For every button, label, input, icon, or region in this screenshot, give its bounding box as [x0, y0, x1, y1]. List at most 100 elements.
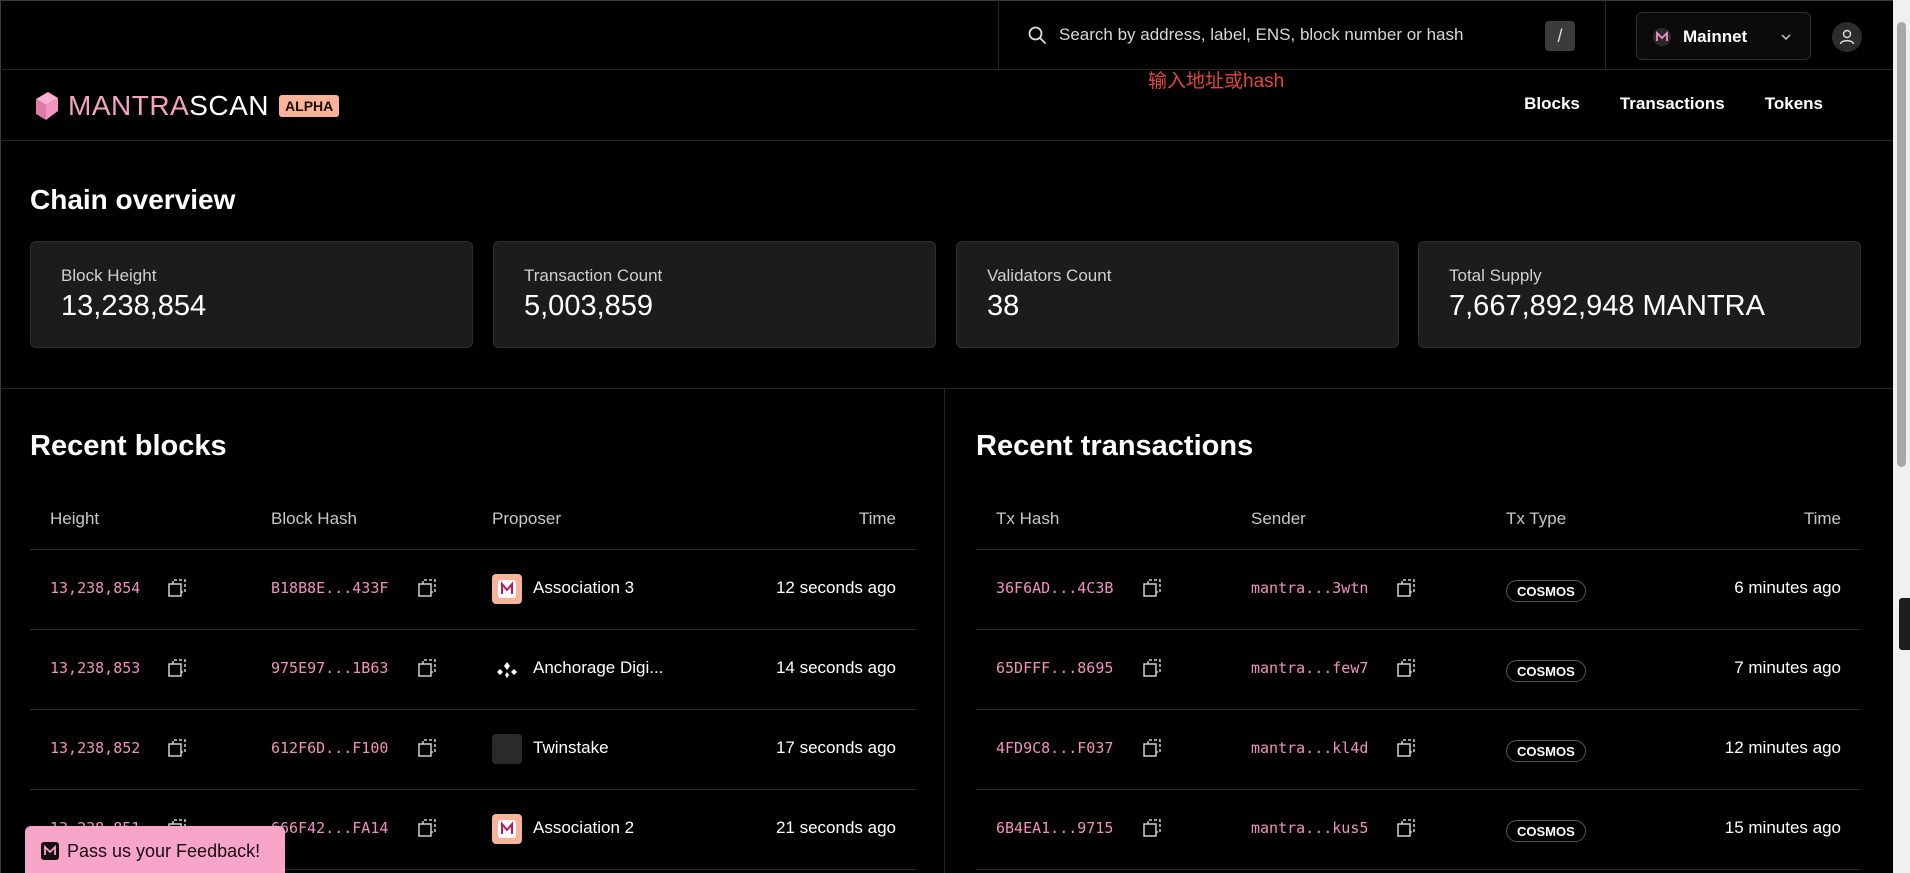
nav-tokens[interactable]: Tokens — [1765, 94, 1823, 114]
copy-icon[interactable] — [166, 577, 188, 599]
stat-label: Total Supply — [1449, 266, 1542, 285]
tx-hash-link[interactable]: 4FD9C8...F037 — [996, 739, 1113, 757]
block-height-link[interactable]: 13,238,853 — [50, 659, 140, 677]
copy-icon[interactable] — [1395, 817, 1417, 839]
stat-value: 5,003,859 — [524, 290, 654, 322]
copy-icon[interactable] — [1395, 657, 1417, 679]
col-header-proposer: Proposer — [492, 509, 561, 528]
copy-icon[interactable] — [1141, 737, 1163, 759]
col-header-time: Time — [1803, 509, 1841, 528]
block-height-link[interactable]: 13,238,854 — [50, 579, 140, 597]
search-icon — [1028, 26, 1046, 44]
feedback-button[interactable]: Pass us your Feedback! — [25, 826, 285, 873]
search-shortcut-key: / — [1545, 21, 1575, 51]
tx-type-badge: COSMOS — [1506, 580, 1586, 602]
nav-blocks[interactable]: Blocks — [1524, 94, 1580, 114]
copy-icon[interactable] — [1395, 577, 1417, 599]
col-header-tx-hash: Tx Hash — [996, 509, 1060, 528]
copy-icon[interactable] — [1395, 737, 1417, 759]
col-header-time: Time — [858, 509, 896, 528]
network-label: Mainnet — [1683, 27, 1748, 46]
copy-icon[interactable] — [1141, 817, 1163, 839]
block-hash-link[interactable]: 612F6D...F100 — [271, 739, 388, 757]
block-time: 17 seconds ago — [775, 738, 896, 757]
stat-card-transaction-count: Transaction Count 5,003,859 — [493, 241, 936, 348]
block-time: 21 seconds ago — [775, 818, 896, 837]
copy-icon[interactable] — [416, 577, 438, 599]
column-divider — [944, 389, 945, 873]
tx-time: 7 minutes ago — [1734, 658, 1841, 677]
block-hash-link[interactable]: B18B8E...433F — [271, 579, 388, 597]
chevron-down-icon — [1781, 34, 1791, 41]
stat-card-block-height: Block Height 13,238,854 — [30, 241, 473, 348]
sender-address-link[interactable]: mantra...kus5 — [1251, 819, 1368, 837]
tx-type-badge: COSMOS — [1506, 740, 1586, 762]
sender-address-link[interactable]: mantra...3wtn — [1251, 579, 1368, 597]
copy-icon[interactable] — [416, 657, 438, 679]
page-title: Chain overview — [30, 184, 236, 215]
stat-value: 38 — [987, 290, 1020, 322]
stat-label: Transaction Count — [524, 266, 663, 285]
table-row: 65DFFF...8695 mantra...few7 COSMOS 7 minute… — [976, 630, 1861, 710]
tx-hash-link[interactable]: 65DFFF...8695 — [996, 659, 1113, 677]
sender-address-link[interactable]: mantra...few7 — [1251, 659, 1368, 677]
recent-blocks-title: Recent blocks — [30, 430, 227, 462]
section-divider — [0, 388, 1893, 389]
table-row: 13,238,852 612F6D...F100 Twinstake 17 secon… — [30, 710, 916, 790]
mantra-network-icon — [1653, 28, 1671, 46]
stat-label: Validators Count — [987, 266, 1112, 285]
col-header-sender: Sender — [1251, 509, 1306, 528]
feedback-label: Pass us your Feedback! — [67, 840, 261, 861]
mantra-logo-icon — [36, 92, 58, 120]
search-input[interactable] — [1059, 20, 1529, 50]
nav-bar: MANTRASCAN ALPHA Blocks Transactions Tok… — [0, 70, 1893, 141]
block-hash-link[interactable]: 975E97...1B63 — [271, 659, 388, 677]
top-bar: / Mainnet — [0, 0, 1893, 70]
network-select[interactable]: Mainnet — [1636, 12, 1811, 60]
col-header-height: Height — [50, 509, 100, 528]
copy-icon[interactable] — [416, 737, 438, 759]
tx-type-badge: COSMOS — [1506, 820, 1586, 842]
table-header: Height Block Hash Proposer Time — [30, 490, 916, 550]
mantra-avatar-icon — [492, 574, 522, 604]
mantra-m-icon — [41, 842, 59, 860]
scrollbar-thumb[interactable] — [1897, 22, 1906, 467]
proposer-name[interactable]: Twinstake — [533, 738, 609, 758]
user-icon — [1839, 29, 1855, 45]
copy-icon[interactable] — [166, 657, 188, 679]
tx-time: 12 minutes ago — [1724, 738, 1841, 757]
proposer-name[interactable]: Association 2 — [533, 818, 634, 838]
stat-value: 7,667,892,948 MANTRA — [1449, 290, 1765, 322]
brand-logo-link[interactable]: MANTRASCAN ALPHA — [32, 88, 340, 124]
block-height-link[interactable]: 13,238,852 — [50, 739, 140, 757]
copy-icon[interactable] — [166, 737, 188, 759]
annotation-text: 输入地址或hash — [1148, 71, 1285, 92]
col-header-tx-type: Tx Type — [1506, 509, 1567, 528]
tx-type-badge: COSMOS — [1506, 660, 1586, 682]
tx-hash-link[interactable]: 36F6AD...4C3B — [996, 579, 1113, 597]
copy-icon[interactable] — [1141, 657, 1163, 679]
user-account-button[interactable] — [1832, 22, 1862, 52]
main-nav: Blocks Transactions Tokens — [1524, 94, 1823, 114]
proposer-name[interactable]: Anchorage Digi... — [533, 658, 663, 678]
tx-time: 15 minutes ago — [1724, 818, 1841, 837]
table-row: 4FD9C8...F037 mantra...kl4d COSMOS 12 minut… — [976, 710, 1861, 790]
side-panel-tab[interactable] — [1899, 598, 1910, 650]
block-hash-link[interactable]: 666F42...FA14 — [271, 819, 388, 837]
page-scrollbar[interactable] — [1893, 0, 1910, 873]
nav-transactions[interactable]: Transactions — [1620, 94, 1725, 114]
copy-icon[interactable] — [1141, 577, 1163, 599]
sender-address-link[interactable]: mantra...kl4d — [1251, 739, 1368, 757]
stat-card-total-supply: Total Supply 7,667,892,948 MANTRA — [1418, 241, 1861, 348]
table-row: 36F6AD...4C3B mantra...3wtn COSMOS 6 minute… — [976, 550, 1861, 630]
proposer-name[interactable]: Association 3 — [533, 578, 634, 598]
table-row: 13,238,854 B18B8E...433F Association 3 12 s… — [30, 550, 916, 630]
block-time: 14 seconds ago — [775, 658, 896, 677]
mantra-avatar-icon — [492, 814, 522, 844]
table-row: 13,238,853 975E97...1B63 Anchorage Digi...… — [30, 630, 916, 710]
stat-card-validators-count: Validators Count 38 — [956, 241, 1399, 348]
tx-time: 6 minutes ago — [1734, 578, 1841, 597]
tx-hash-link[interactable]: 6B4EA1...9715 — [996, 819, 1113, 837]
copy-icon[interactable] — [416, 817, 438, 839]
anchorage-avatar-icon — [492, 654, 522, 684]
